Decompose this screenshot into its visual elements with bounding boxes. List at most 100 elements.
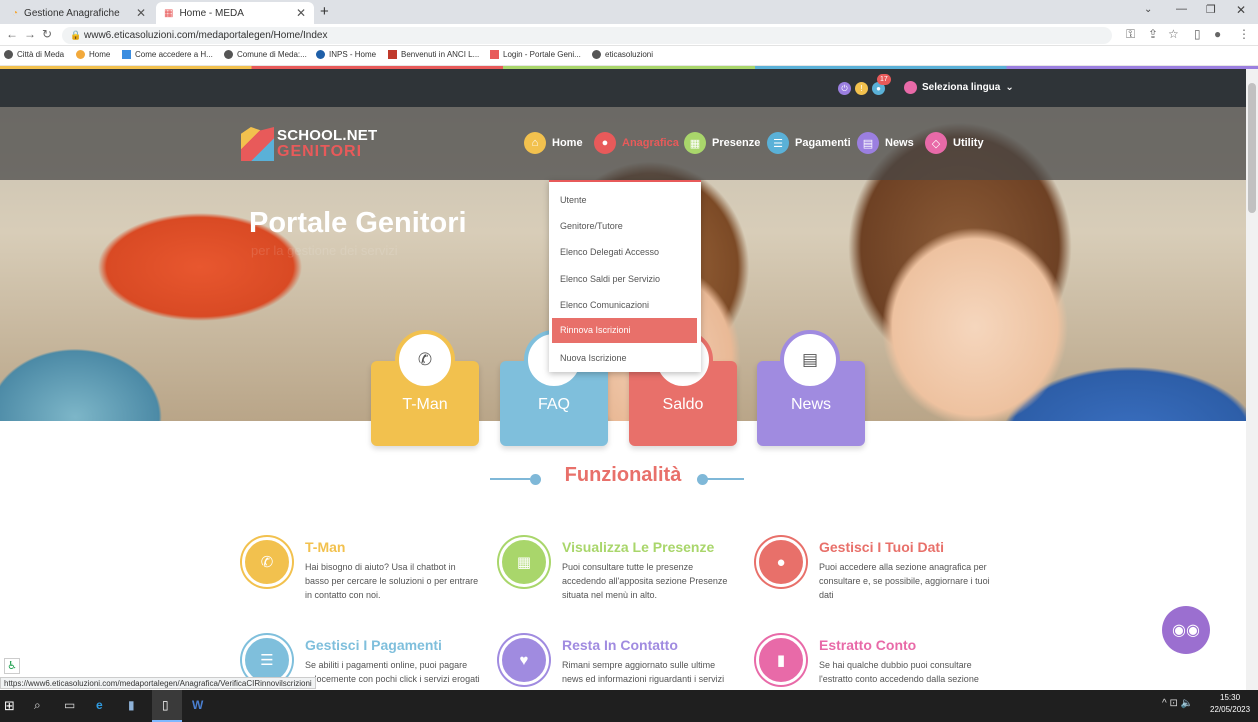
feature-text: Hai bisogno di aiuto? Usa il chatbot in … — [305, 562, 479, 600]
task-view-icon[interactable]: ▭ — [64, 698, 75, 712]
feature-title: Estratto Conto — [819, 637, 917, 653]
nav-home[interactable]: ⌂ Home — [524, 132, 583, 154]
tab-gestione-anagrafiche[interactable]: ◔ Gestione Anagrafiche ✕ — [4, 2, 154, 24]
list-icon: ☰ — [767, 132, 789, 154]
nav-label: Home — [552, 137, 583, 149]
windows-taskbar: ⊞ ⌕ ▭ e ▮ ▯ W ^ ⊡ 🔈 15:30 22/05/2023 — [0, 690, 1258, 722]
dropdown-item-saldi[interactable]: Elenco Saldi per Servizio — [552, 267, 697, 292]
url-text: www6.eticasoluzioni.com/medaportalegen/H… — [84, 30, 328, 41]
site-top-strip: ⏻ ! ● 17 Seleziona lingua ⌄ — [0, 69, 1246, 107]
feature-text: Rimani sempre aggiornato sulle ultime ne… — [562, 660, 725, 684]
language-selector[interactable]: Seleziona lingua ⌄ — [904, 81, 1014, 94]
logo-line2: GENITORI — [277, 143, 363, 160]
minimize-icon[interactable]: — — [1176, 3, 1187, 15]
new-tab-icon[interactable]: + — [320, 3, 329, 20]
word-icon[interactable]: W — [192, 698, 203, 712]
dropdown-item-delegati[interactable]: Elenco Delegati Accesso — [552, 240, 697, 265]
globe-icon — [4, 50, 13, 59]
page-title: Portale Genitori — [249, 207, 467, 239]
dropdown-item-rinnova[interactable]: Rinnova Iscrizioni — [552, 318, 697, 343]
user-icon: ● — [756, 537, 806, 587]
feature-title: Resta In Contatto — [562, 637, 678, 653]
nav-pagamenti[interactable]: ☰ Pagamenti — [767, 132, 851, 154]
inps-icon — [316, 50, 325, 59]
feature-text: Puoi consultare tutte le presenze accede… — [562, 562, 728, 600]
windows-start-icon[interactable]: ⊞ — [4, 698, 15, 714]
profile-icon[interactable]: ● — [1214, 27, 1221, 41]
page-subtitle: per la gestione dei servizi — [251, 243, 398, 258]
sidepanel-icon[interactable]: ▯ — [1194, 27, 1201, 41]
dropdown-item-comunicazioni[interactable]: Elenco Comunicazioni — [552, 293, 697, 318]
tab-favicon-icon: ◔ — [12, 7, 19, 19]
page-scrollbar[interactable] — [1246, 69, 1258, 690]
feature-text: Se hai qualche dubbio puoi consultare l'… — [819, 660, 979, 684]
close-tab-icon[interactable]: ✕ — [136, 6, 146, 20]
bookmark-item[interactable]: Home — [76, 50, 110, 59]
windows-icon — [122, 50, 131, 59]
card-label: FAQ — [537, 396, 570, 413]
chatbot-avatar-icon[interactable]: ◉◉ — [1162, 606, 1210, 654]
key-icon[interactable]: ⚿ — [1126, 27, 1135, 42]
forward-icon[interactable]: → — [24, 27, 36, 41]
anci-icon — [388, 50, 397, 59]
bookmark-item[interactable]: Città di Meda — [4, 50, 64, 59]
nav-anagrafica[interactable]: ● Anagrafica — [594, 132, 679, 154]
power-icon[interactable]: ⏻ — [838, 82, 851, 95]
feature-text: Se abiliti i pagamenti online, puoi paga… — [305, 660, 480, 684]
tab-search-icon[interactable]: ⌄ — [1144, 4, 1152, 15]
card-label: News — [790, 396, 831, 413]
tab-home-meda[interactable]: ▦ Home - MEDA ✕ — [156, 2, 314, 24]
bookmark-item[interactable]: INPS - Home — [316, 50, 376, 59]
nav-news[interactable]: ▤ News — [857, 132, 914, 154]
status-url: https://www6.eticasoluzioni.com/medaport… — [0, 677, 316, 689]
logo-line1: SCHOOL.NET — [277, 127, 378, 144]
site-icon — [490, 50, 499, 59]
star-icon[interactable]: ☆ — [1168, 27, 1179, 41]
dropdown-item-utente[interactable]: Utente — [552, 188, 697, 213]
nav-utility[interactable]: ◇ Utility — [925, 132, 984, 154]
scrollbar-thumb[interactable] — [1248, 83, 1256, 213]
newspaper-icon: ▤ — [780, 330, 840, 390]
dropdown-item-nuova[interactable]: Nuova Iscrizione — [552, 346, 697, 371]
bookmark-item[interactable]: Comune di Meda:... — [224, 50, 307, 59]
language-label: Seleziona lingua — [922, 82, 1001, 93]
lock-icon: 🔒 — [70, 30, 82, 40]
app-icon[interactable]: ▮ — [128, 698, 135, 712]
feature-text: Puoi accedere alla sezione anagrafica pe… — [819, 562, 990, 600]
file-icon: ▯ — [162, 698, 169, 712]
url-field[interactable]: 🔒 www6.eticasoluzioni.com/medaportalegen… — [62, 27, 1112, 44]
accessibility-icon[interactable]: ♿ — [4, 658, 20, 674]
nav-presenze[interactable]: ▦ Presenze — [684, 132, 760, 154]
edge-icon[interactable]: e — [96, 698, 103, 712]
bookmark-item[interactable]: Login - Portale Geni... — [490, 50, 581, 59]
card-label: Saldo — [662, 396, 704, 413]
close-window-icon[interactable]: ✕ — [1236, 3, 1246, 17]
divider-line — [704, 478, 744, 480]
feature-title: T-Man — [305, 539, 346, 555]
browser-tab-bar: ◔ Gestione Anagrafiche ✕ ▦ Home - MEDA ✕… — [0, 0, 1258, 24]
section-title: Funzionalità — [564, 464, 682, 486]
search-icon[interactable]: ⌕ — [34, 698, 41, 713]
nav-label: News — [885, 137, 914, 149]
newspaper-icon: ▤ — [857, 132, 879, 154]
bookmark-item[interactable]: Come accedere a H... — [122, 50, 213, 59]
share-icon[interactable]: ⇪ — [1148, 27, 1158, 41]
close-tab-icon[interactable]: ✕ — [296, 6, 306, 20]
restore-icon[interactable]: ❐ — [1206, 3, 1216, 16]
reload-icon[interactable]: ↻ — [42, 27, 52, 41]
clock-date: 22/05/2023 — [1210, 705, 1251, 714]
nav-label: Presenze — [712, 137, 761, 149]
tab-label: Gestione Anagrafiche — [24, 7, 120, 19]
nav-label: Anagrafica — [622, 137, 679, 149]
back-icon[interactable]: ← — [6, 27, 18, 41]
phone-icon: ✆ — [395, 330, 455, 390]
globe-icon — [224, 50, 233, 59]
dropdown-item-genitore[interactable]: Genitore/Tutore — [552, 214, 697, 239]
bookmark-item[interactable]: Benvenuti in ANCI L... — [388, 50, 479, 59]
nav-label: Utility — [953, 137, 984, 149]
menu-kebab-icon[interactable]: ⋮ — [1238, 27, 1250, 41]
site-icon — [76, 50, 85, 59]
tray-icons[interactable]: ^ ⊡ 🔈 — [1162, 698, 1193, 709]
info-icon[interactable]: ! — [855, 82, 868, 95]
bookmark-item[interactable]: eticasoluzioni — [592, 50, 653, 59]
